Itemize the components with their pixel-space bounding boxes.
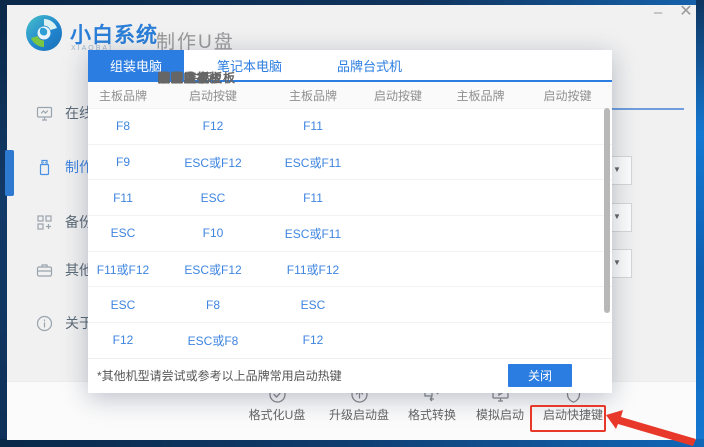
hotkey-table-body: 华硕主板F8技嘉主板F12微星主板F11映泰主板F9梅捷主板ESC或F12七彩虹…	[88, 108, 612, 358]
dialog-scrollbar[interactable]	[604, 108, 610, 313]
close-window-button[interactable]: ✕	[677, 4, 695, 19]
boot-key-cell: F12	[88, 333, 158, 347]
chevron-down-icon: ▼	[613, 212, 621, 221]
boot-key-cell: ESC或F8	[158, 332, 268, 349]
toolbar-item-label: 模拟启动	[476, 406, 524, 423]
window-border-left	[0, 0, 7, 447]
table-row: 铭瑄主板ESC盈通主板F8捷波主板ESC	[88, 286, 612, 322]
boot-key-cell: F8	[158, 298, 268, 312]
grid-icon	[36, 214, 53, 231]
boot-key-cell: ESC	[88, 226, 158, 240]
column-header: 启动按键	[523, 87, 612, 104]
window-border-top	[0, 0, 704, 5]
toolbar-item-label: 升级启动盘	[329, 406, 389, 423]
brand-cell: 致铭主板	[158, 69, 210, 86]
table-row: 双敏主板ESC翔升主板F10精英主板ESC或F11	[88, 215, 612, 251]
column-header: 启动按键	[158, 87, 268, 104]
usb-icon	[36, 159, 53, 176]
close-dialog-button[interactable]: 关闭	[508, 364, 572, 387]
boot-key-cell: ESC或F11	[268, 154, 358, 171]
boot-key-cell: ESC或F12	[158, 154, 268, 171]
boot-key-cell: F12	[158, 119, 268, 133]
boot-key-cell: F11	[88, 191, 158, 205]
toolbar-item-label: 格式化U盘	[249, 406, 306, 423]
boot-key-cell: ESC	[158, 191, 268, 205]
window-border-bottom	[0, 439, 704, 447]
toolbar-item-label: 格式转换	[408, 406, 456, 423]
boot-key-cell: F9	[88, 155, 158, 169]
column-header: 启动按键	[358, 87, 438, 104]
sidebar-active-indicator	[5, 150, 14, 196]
boot-key-cell: F12	[268, 333, 358, 347]
boot-key-cell: F11或F12	[268, 261, 358, 278]
boot-key-cell: ESC	[268, 298, 358, 312]
boot-hotkey-dialog: 组装电脑 笔记本电脑 品牌台式机 主板品牌 启动按键 主板品牌 启动按键 主板品…	[88, 50, 612, 393]
app-window: – ✕ 小白系统 XIAOBAI 制作U盘 在线重装 制作系统	[0, 0, 704, 447]
boot-key-cell: ESC或F11	[268, 225, 358, 242]
window-border-right	[696, 0, 704, 447]
column-header: 主板品牌	[88, 87, 158, 104]
info-icon	[36, 315, 53, 332]
chevron-down-icon: ▼	[613, 165, 621, 174]
column-header: 主板品牌	[268, 87, 358, 104]
column-header: 主板品牌	[438, 87, 523, 104]
boot-key-cell: ESC	[88, 298, 158, 312]
boot-key-cell: F11	[268, 191, 358, 205]
dialog-footer: *其他机型请尝试或参考以上品牌常用启动热键 关闭	[88, 358, 612, 392]
boot-key-cell: F11或F12	[88, 261, 158, 278]
hotkey-note: *其他机型请尝试或参考以上品牌常用启动热键	[97, 367, 342, 384]
table-row: 冠盟主板F11或F12富士康主板ESC或F12顶星主板F11或F12	[88, 251, 612, 287]
table-row: 华硕主板F8技嘉主板F12微星主板F11	[88, 108, 612, 144]
table-row: Intel主板F12杰微主板ESC或F8致铭主板F12	[88, 322, 612, 358]
briefcase-icon	[36, 262, 53, 279]
boot-key-cell: F11	[268, 119, 358, 133]
boot-key-cell: F8	[88, 119, 158, 133]
table-row: 华擎主板F11斯巴达克主板ESC昂达主板F11	[88, 179, 612, 215]
chevron-down-icon: ▼	[613, 258, 621, 267]
background-step-underline	[600, 108, 684, 110]
boot-key-cell: F10	[158, 226, 268, 240]
boot-key-cell: ESC或F12	[158, 261, 268, 278]
highlight-box	[530, 405, 606, 432]
app-logo	[25, 14, 63, 57]
monitor-icon	[36, 105, 53, 122]
minimize-button[interactable]: –	[649, 5, 667, 20]
tab-brand-desktop[interactable]: 品牌台式机	[315, 50, 424, 80]
table-row: 映泰主板F9梅捷主板ESC或F12七彩虹主板ESC或F11	[88, 144, 612, 180]
